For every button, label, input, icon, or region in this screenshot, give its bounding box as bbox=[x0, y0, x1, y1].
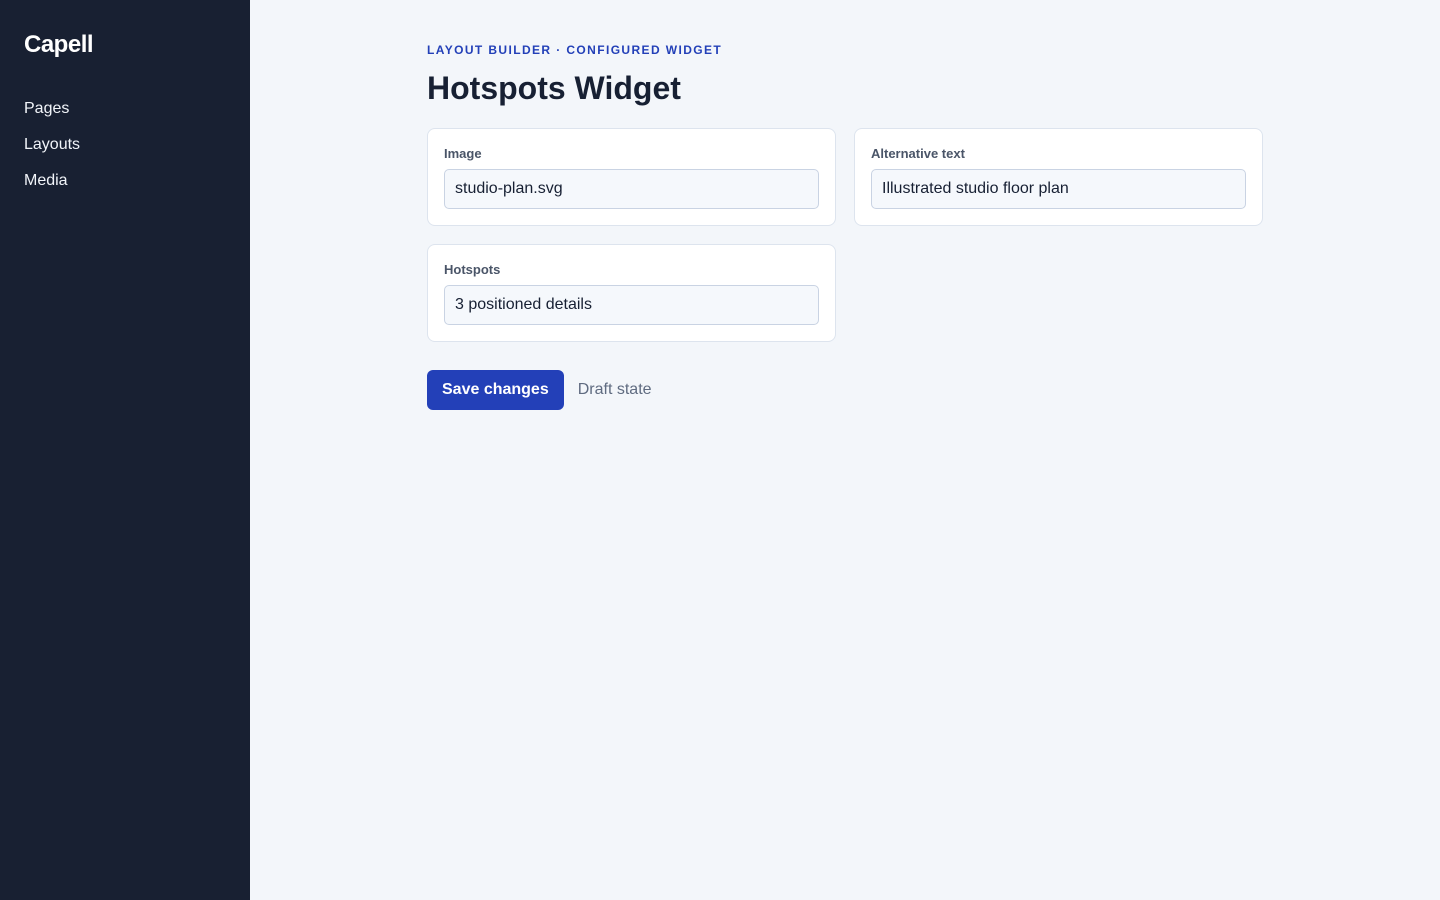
alt-text-label: Alternative text bbox=[871, 146, 965, 161]
brand-logo: Capell bbox=[24, 31, 94, 58]
hotspots-field[interactable] bbox=[444, 285, 819, 325]
breadcrumb: LAYOUT BUILDER · CONFIGURED WIDGET bbox=[427, 43, 723, 57]
image-card: Image bbox=[427, 128, 836, 226]
alt-text-field[interactable] bbox=[871, 169, 1246, 209]
image-label: Image bbox=[444, 146, 482, 161]
image-field[interactable] bbox=[444, 169, 819, 209]
sidebar: Capell Pages Layouts Media bbox=[0, 0, 250, 900]
save-button[interactable]: Save changes bbox=[427, 370, 564, 410]
hotspots-card: Hotspots bbox=[427, 244, 836, 342]
hotspots-label: Hotspots bbox=[444, 262, 501, 277]
sidebar-item-media[interactable]: Media bbox=[24, 170, 80, 206]
sidebar-item-pages[interactable]: Pages bbox=[24, 98, 80, 134]
form-actions: Save changes Draft state bbox=[427, 370, 652, 410]
draft-status: Draft state bbox=[577, 381, 652, 398]
alt-text-card: Alternative text bbox=[854, 128, 1263, 226]
sidebar-nav: Pages Layouts Media bbox=[24, 98, 80, 206]
page-title: Hotspots Widget bbox=[427, 70, 681, 106]
sidebar-item-layouts[interactable]: Layouts bbox=[24, 134, 80, 170]
